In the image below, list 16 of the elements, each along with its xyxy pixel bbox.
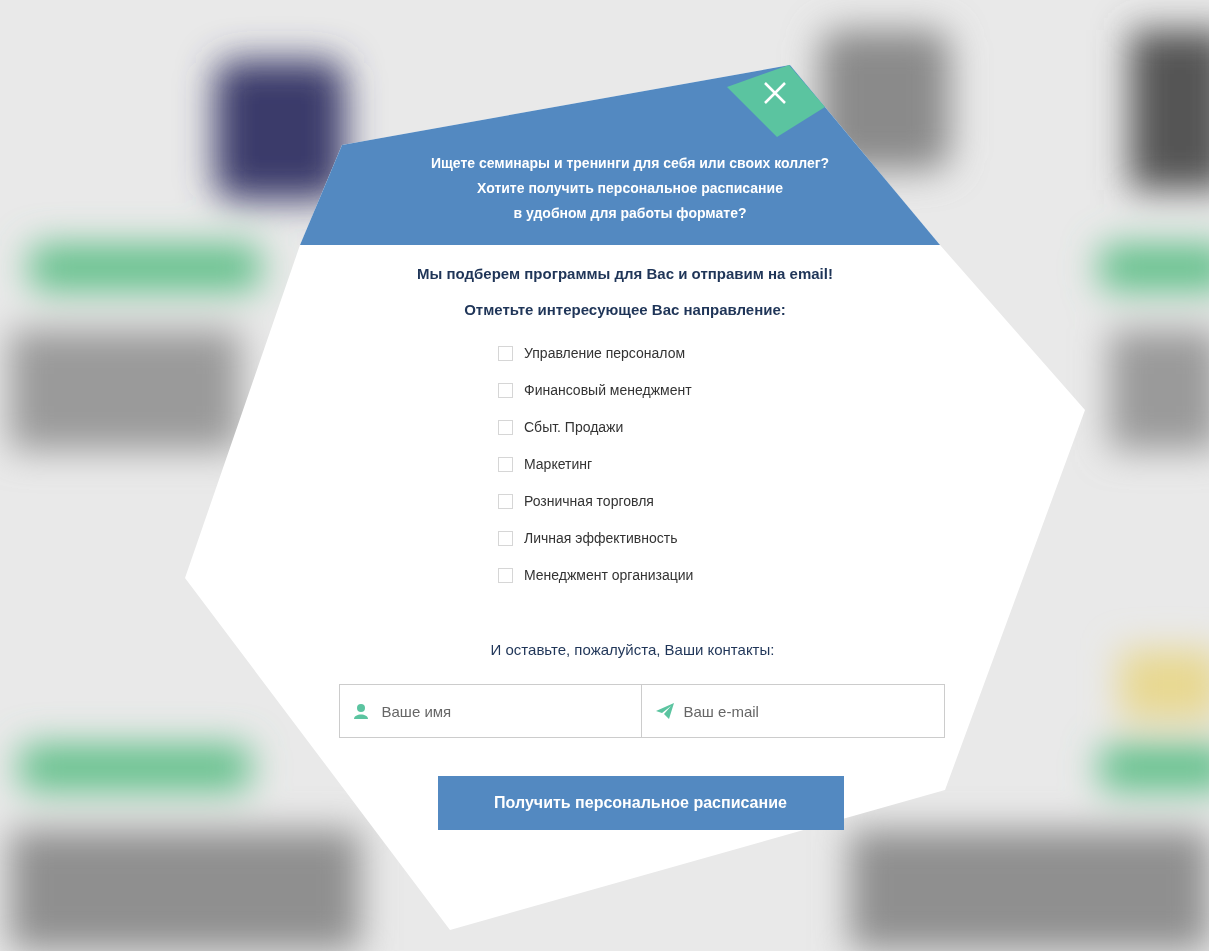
checkbox-label[interactable]: Управление персоналом: [524, 345, 686, 361]
header-text: Хотите получить персональное расписание: [477, 179, 783, 198]
checkbox-label[interactable]: Личная эффективность: [524, 530, 678, 546]
contacts-prompt-text: И оставьте, пожалуйста, Ваши контакты:: [490, 640, 775, 660]
prompt-text: Отметьте интересующее Вас направление:: [464, 300, 786, 320]
submit-button[interactable]: Получить персональное расписание: [437, 776, 844, 830]
header-text: в удобном для работы формате?: [513, 204, 747, 223]
name-field[interactable]: Ваше имя: [338, 684, 642, 738]
checkbox-label[interactable]: Маркетинг: [524, 456, 593, 472]
header-text: Ищете семинары и тренинги для себя или своих коллег?: [430, 154, 830, 173]
checkbox-label[interactable]: Финансовый менеджмент: [524, 382, 692, 398]
email-field[interactable]: Ваш e-mail: [641, 684, 945, 738]
checkbox-label[interactable]: Розничная торговля: [524, 493, 654, 509]
checkbox-label[interactable]: Менеджмент организации: [524, 567, 694, 583]
intro-text: Мы подберем программы для Вас и отправим на email!: [417, 264, 833, 284]
checkbox-label[interactable]: Сбыт. Продажи: [524, 419, 624, 435]
